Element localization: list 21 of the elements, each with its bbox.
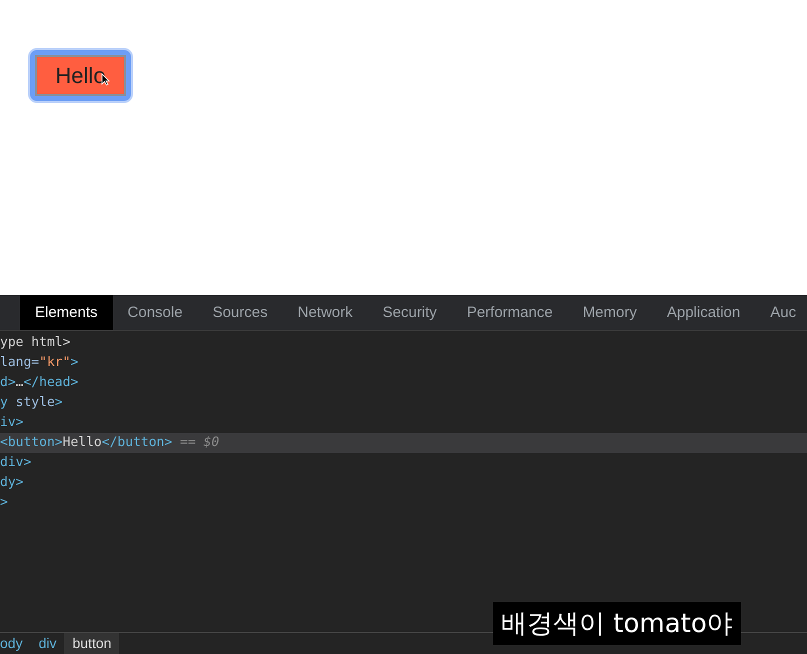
devtools-tab[interactable]: Elements: [20, 295, 113, 330]
devtools-tab[interactable]: Security: [368, 295, 452, 330]
devtools-tab[interactable]: Console: [112, 295, 198, 330]
devtools-tab[interactable]: Auc: [755, 295, 807, 330]
code-line[interactable]: d>…</head>: [0, 373, 807, 393]
code-line[interactable]: dy>: [0, 473, 807, 493]
devtools-tab[interactable]: Network: [282, 295, 368, 330]
breadcrumb[interactable]: ody: [0, 633, 31, 654]
breadcrumb[interactable]: div: [30, 633, 64, 654]
subtitle-caption: 배경색이 tomato야: [493, 602, 741, 645]
code-line[interactable]: div>: [0, 453, 807, 473]
code-line[interactable]: iv>: [0, 413, 807, 433]
code-line[interactable]: >: [0, 493, 807, 513]
breadcrumb[interactable]: button: [64, 633, 120, 654]
devtools-tab[interactable]: Performance: [452, 295, 568, 330]
devtools-tab[interactable]: Memory: [568, 295, 652, 330]
devtools-tab[interactable]: Sources: [198, 295, 283, 330]
code-line[interactable]: ype html>: [0, 333, 807, 353]
devtools-tab[interactable]: Application: [652, 295, 756, 330]
code-line[interactable]: lang="kr">: [0, 353, 807, 373]
code-line[interactable]: y style>: [0, 393, 807, 413]
